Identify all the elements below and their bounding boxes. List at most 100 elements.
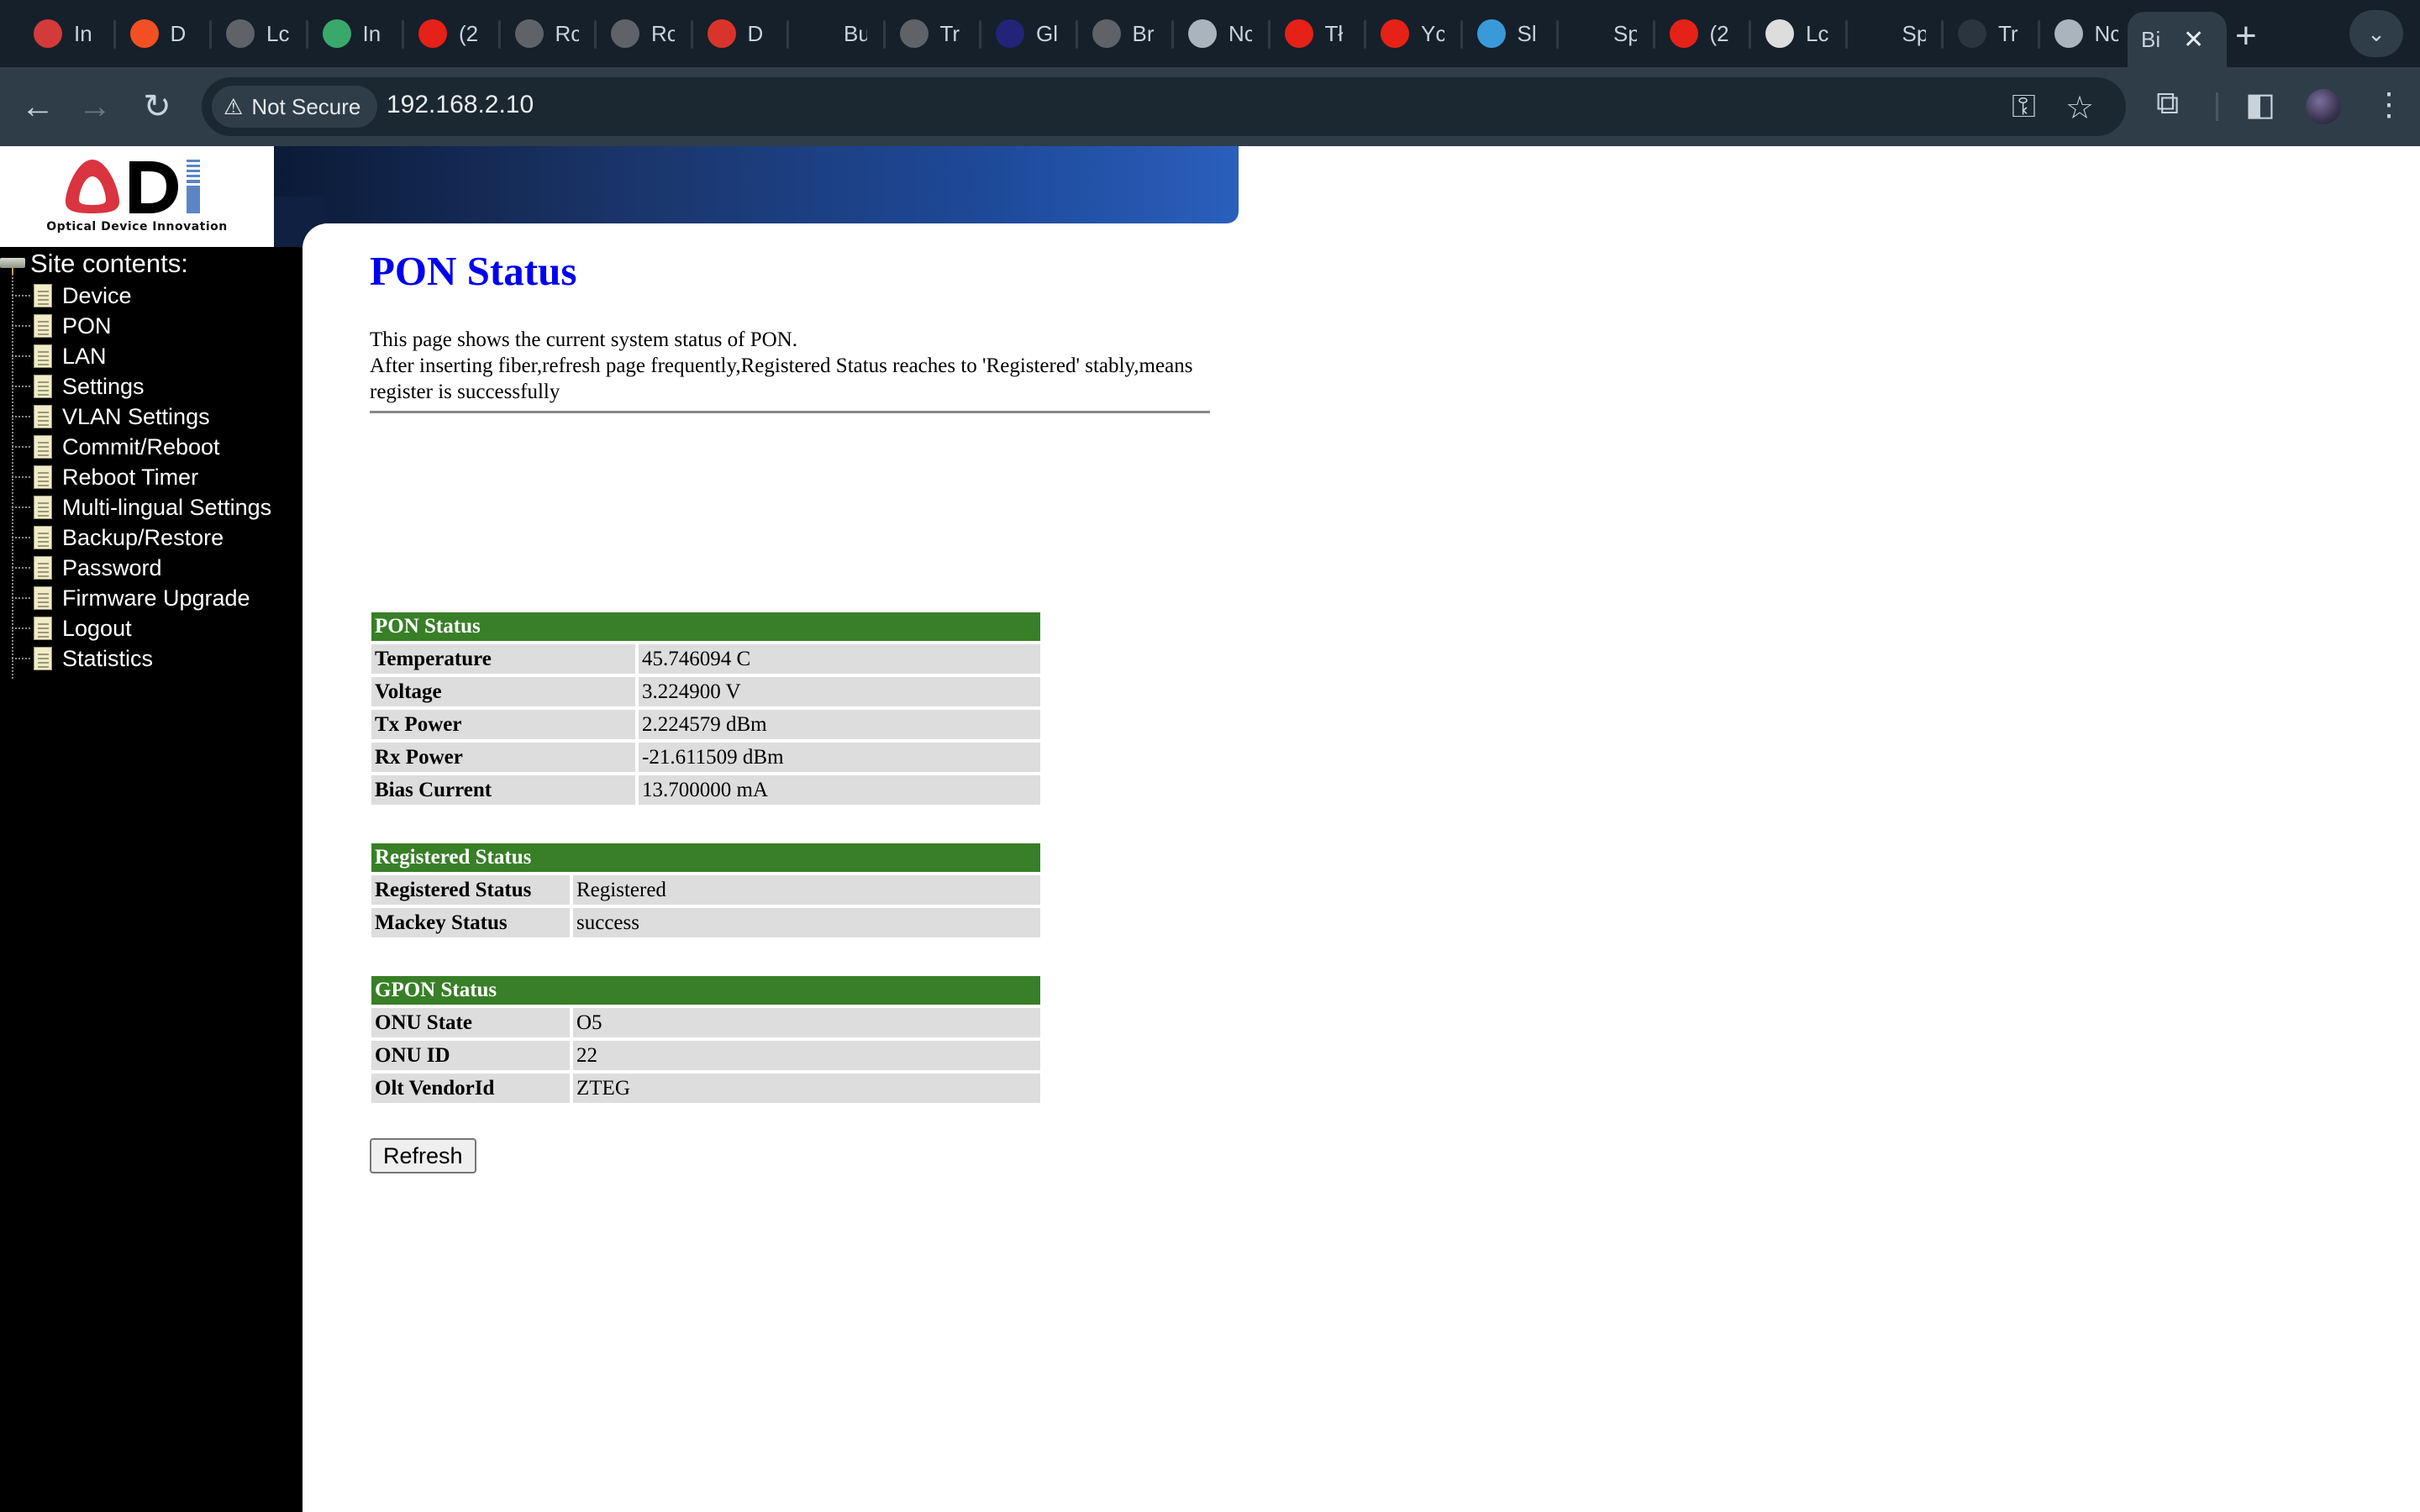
logo-d-shape (129, 161, 178, 213)
browser-tab[interactable]: Tr (1944, 12, 2022, 55)
sidebar-item-label[interactable]: LAN (62, 344, 107, 370)
tab-title: Sl (1517, 20, 1537, 46)
tab-separator (1075, 20, 1078, 49)
side-panel-icon[interactable]: ◧ (2245, 86, 2275, 123)
browser-menu-icon[interactable]: ⋮ (2373, 86, 2405, 123)
sidebar-item-label[interactable]: VLAN Settings (62, 404, 210, 430)
browser-tab[interactable]: D (694, 12, 771, 55)
browser-tab[interactable]: Lc (1752, 12, 1829, 55)
sidebar-item-label[interactable]: Reboot Timer (62, 465, 198, 491)
tree-connector (12, 507, 30, 508)
browser-tab[interactable]: Rc (597, 12, 675, 55)
browser-tab[interactable]: Nc (2041, 12, 2118, 55)
sidebar-item-lan[interactable]: LAN (12, 341, 107, 371)
sidebar-item-backup-restore[interactable]: Backup/Restore (12, 522, 224, 553)
forward-button[interactable]: → (74, 86, 116, 128)
sidebar-item-label[interactable]: PON (62, 313, 112, 339)
url-text[interactable]: 192.168.2.10 (387, 91, 534, 119)
logo-i-shape (187, 160, 200, 213)
sidebar-item-logout[interactable]: Logout (12, 613, 132, 643)
bookmark-star-icon[interactable]: ☆ (2065, 89, 2094, 127)
toolbar-divider (2216, 92, 2218, 121)
table-header: Registered Status (371, 843, 1040, 872)
browser-tab[interactable]: Tr (886, 12, 964, 55)
sidebar-item-multi-lingual-settings[interactable]: Multi-lingual Settings (12, 492, 271, 522)
close-tab-icon[interactable]: ✕ (2183, 25, 2204, 55)
browser-tab[interactable]: D (117, 12, 194, 55)
profile-avatar[interactable] (2306, 89, 2341, 124)
tree-root[interactable]: Site contents: (0, 249, 188, 279)
sidebar-item-settings[interactable]: Settings (12, 371, 145, 402)
new-tab-button[interactable]: + (2235, 15, 2257, 57)
browser-tab[interactable]: Lc (213, 12, 290, 55)
browser-tab[interactable]: Sl (1464, 12, 1541, 55)
sidebar-item-commit-reboot[interactable]: Commit/Reboot (12, 432, 220, 462)
browser-toolbar: ← → ↻ ⚠ Not Secure 192.168.2.10 ⚿ ☆ ⧉ ◧ … (0, 67, 2420, 146)
tab-separator (402, 20, 404, 49)
sidebar-item-firmware-upgrade[interactable]: Firmware Upgrade (12, 583, 250, 613)
browser-tab[interactable]: Sp (1849, 12, 1926, 55)
back-button[interactable]: ← (17, 86, 59, 128)
tab-separator (882, 20, 886, 49)
browser-tab[interactable]: Br (1079, 12, 1156, 55)
sidebar-item-vlan-settings[interactable]: VLAN Settings (12, 402, 210, 432)
tree-connector (12, 658, 30, 659)
browser-tab[interactable]: (2 (405, 12, 482, 55)
browser-tab[interactable]: Sp (1560, 12, 1637, 55)
tab-search-button[interactable]: ⌄ (2349, 10, 2403, 57)
tab-title: D (170, 20, 187, 46)
sidebar-nav: Site contents: Device PON LAN Settings VLAN … (0, 247, 302, 1512)
address-bar[interactable]: ⚠ Not Secure 192.168.2.10 ⚿ ☆ (202, 77, 2126, 136)
divider (370, 411, 1210, 413)
extensions-icon[interactable]: ⧉ (2156, 86, 2179, 122)
browser-tab[interactable]: Bu (790, 12, 867, 55)
browser-tab[interactable]: Yc (1367, 12, 1444, 55)
document-icon (34, 435, 52, 459)
table-row: Rx Power -21.611509 dBm (371, 743, 1040, 772)
globe-icon (611, 19, 639, 48)
sidebar-item-label[interactable]: Logout (62, 616, 132, 642)
logo-tagline: Optical Device Innovation (46, 220, 228, 234)
sidebar-item-label[interactable]: Commit/Reboot (62, 434, 220, 460)
row-label: Temperature (371, 644, 639, 674)
tab-separator (209, 20, 212, 49)
huawei-icon (707, 19, 736, 48)
tab-active[interactable]: Bi ✕ (2128, 12, 2227, 67)
sidebar-item-label[interactable]: Multi-lingual Settings (62, 495, 271, 521)
reload-button[interactable]: ↻ (136, 86, 178, 128)
browser-tab[interactable]: Tł (1271, 12, 1349, 55)
key-icon[interactable]: ⚿ (2012, 89, 2036, 125)
browser-tab[interactable]: In (20, 12, 97, 55)
security-indicator[interactable]: ⚠ Not Secure (212, 86, 378, 128)
odi-logo-mark (66, 160, 200, 213)
document-icon (34, 647, 52, 670)
browser-tab[interactable]: Rc (502, 12, 579, 55)
sidebar-item-label[interactable]: Statistics (62, 646, 153, 672)
tab-title: Lc (1806, 20, 1829, 46)
sidebar-item-device[interactable]: Device (12, 281, 132, 311)
sidebar-item-pon[interactable]: PON (12, 311, 112, 341)
document-icon (34, 556, 52, 580)
computer-icon (0, 255, 25, 275)
browser-tab[interactable]: (2 (1656, 12, 1733, 55)
row-value: -21.611509 dBm (639, 743, 1040, 772)
sidebar-item-password[interactable]: Password (12, 553, 162, 583)
header-banner (274, 146, 1239, 223)
sidebar-item-reboot-timer[interactable]: Reboot Timer (12, 462, 198, 492)
ib-icon (803, 19, 832, 48)
browser-tab[interactable]: Gl (982, 12, 1060, 55)
browser-tab[interactable]: In (309, 12, 387, 55)
refresh-button[interactable]: Refresh (370, 1138, 476, 1173)
sidebar-item-statistics[interactable]: Statistics (12, 643, 153, 674)
sidebar-item-label[interactable]: Firmware Upgrade (62, 585, 250, 612)
sidebar-item-label[interactable]: Settings (62, 374, 145, 400)
sidebar-item-label[interactable]: Device (62, 283, 132, 309)
tab-title: In (362, 20, 381, 46)
chrome-icon (2054, 19, 2083, 48)
tab-separator (690, 20, 693, 49)
browser-tab[interactable]: Nc (1175, 12, 1252, 55)
row-value: success (573, 908, 1040, 937)
tree-connector (12, 537, 30, 538)
sidebar-item-label[interactable]: Backup/Restore (62, 525, 224, 551)
sidebar-item-label[interactable]: Password (62, 555, 162, 581)
